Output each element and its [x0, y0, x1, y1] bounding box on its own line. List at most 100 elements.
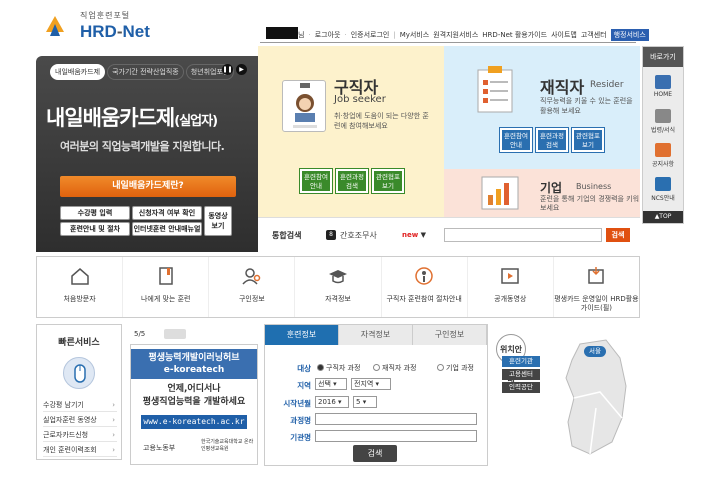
- guide-icon: [588, 267, 605, 284]
- nav-separator: |: [393, 31, 396, 39]
- house-icon: [70, 268, 89, 285]
- jobseeker-related-button[interactable]: 관련협포 보기: [372, 169, 404, 193]
- radio-employee[interactable]: 재직자 과정: [373, 363, 416, 373]
- nav-cert-login[interactable]: 인증서로그인: [351, 30, 390, 40]
- search-input[interactable]: [444, 228, 602, 242]
- scroll-top-button[interactable]: ▲TOP: [643, 211, 683, 223]
- quick-item-job-info[interactable]: 구인정보: [209, 257, 296, 317]
- banner-title: 내일배움카드제(실업자): [46, 106, 218, 130]
- business-description: 훈련을 통해 기업의 경쟁력을 키워보세요: [540, 195, 640, 212]
- business-title: 기업: [540, 181, 563, 195]
- jobseeker-subtitle: Job seeker: [334, 94, 386, 105]
- ad-controls[interactable]: [164, 329, 186, 339]
- tab-training[interactable]: 훈련정보: [265, 325, 339, 345]
- procedure-button[interactable]: 훈련안내 및 절차: [60, 222, 130, 236]
- institution-input[interactable]: [315, 430, 477, 442]
- employee-guide-button[interactable]: 훈련참여 안내: [500, 128, 532, 152]
- radio-jobseeker[interactable]: 구직자 과정: [317, 363, 360, 373]
- tab-qualification[interactable]: 자격정보: [339, 325, 413, 345]
- video-button[interactable]: 동영상 보기: [204, 206, 232, 236]
- nav-customer-center[interactable]: 고객센터: [581, 30, 607, 40]
- employee-search-button[interactable]: 훈련과정 검색: [536, 128, 568, 152]
- card-info-button[interactable]: 내일배움카드제란?: [60, 176, 236, 197]
- seoul-marker[interactable]: 서울: [584, 346, 606, 357]
- location-employment-button[interactable]: 고용센터: [502, 369, 540, 380]
- location-training-button[interactable]: 훈련기관: [502, 356, 540, 367]
- jobseeker-search-button[interactable]: 훈련과정 검색: [336, 169, 368, 193]
- region-label: 지역: [297, 381, 311, 390]
- nav-my-service[interactable]: My서비스: [400, 30, 430, 40]
- form-search-button[interactable]: 검색: [353, 445, 397, 462]
- eligibility-button[interactable]: 신청자격 여부 확인: [132, 206, 202, 220]
- tab-strategic[interactable]: 국가기간 전략산업직종: [107, 64, 184, 80]
- tab-jobs[interactable]: 구인정보: [413, 325, 487, 345]
- user-name-redacted: [266, 27, 298, 39]
- graduation-cap-icon: [328, 270, 347, 284]
- person-info-icon: [415, 267, 433, 285]
- mouse-icon: [63, 357, 95, 389]
- user-suffix: 님: [298, 31, 305, 39]
- nav-separator: ·: [308, 31, 311, 39]
- quick-menu: 처음방문자 나에게 맞는 훈련 구인정보 자격정보 구직자 훈련참여 절차안내 …: [36, 256, 640, 318]
- course-label: 과정명: [290, 416, 311, 425]
- popular-keyword[interactable]: 간호조무사: [340, 230, 377, 241]
- ministry-logo: 고용노동부: [143, 444, 176, 452]
- radio-business[interactable]: 기업 과정: [437, 363, 474, 373]
- jobseeker-guide-button[interactable]: 훈련참여 안내: [300, 169, 332, 193]
- ad-page-indicator: 5/5: [134, 330, 146, 338]
- nav-admin-service[interactable]: 행정서비스: [610, 29, 649, 41]
- site-logo[interactable]: 직업훈련포털 HRD-Net: [44, 8, 164, 44]
- quick-item-guide[interactable]: 평생카드 운영일이 HRD활용가이드(필): [554, 257, 639, 317]
- fast-item-card-apply[interactable]: 근로자카드신청 ›: [43, 429, 117, 442]
- card-banner: 내일배움카드제 국가기간 전략산업직종 청년취업포털 ❚❚ ▶ 내일배움카드제(…: [36, 56, 258, 252]
- sidebar-item-law[interactable]: 법령/서식: [643, 109, 683, 134]
- top-nav: 님 · 로그아웃 · 인증서로그인 | My서비스 원격지원서비스 HRD-Ne…: [298, 29, 653, 41]
- nav-logout[interactable]: 로그아웃: [315, 30, 341, 40]
- fast-item-history[interactable]: 개인 훈련이력조회 ›: [43, 444, 117, 457]
- sidebar-title: 바로가기: [643, 47, 683, 67]
- quick-item-procedure[interactable]: 구직자 훈련참여 절차안내: [382, 257, 468, 317]
- employee-subtitle: Resider: [590, 80, 624, 90]
- fast-service-title: 빠른서비스: [58, 338, 100, 348]
- ad-header: 평생능력개발이러닝허브 e-koreatech: [131, 349, 257, 379]
- year-select[interactable]: 2016 ▾: [315, 396, 349, 408]
- month-select[interactable]: 5 ▾: [353, 396, 377, 408]
- university-logo: 한국기술교육대학교 온라인평생교육원: [201, 439, 254, 452]
- business-panel[interactable]: 기업 Business 훈련을 통해 기업의 경쟁력을 키워보세요: [444, 169, 640, 217]
- location-hrd-button[interactable]: 인력공단: [502, 382, 540, 393]
- fast-item-review[interactable]: 수강평 남기기 ›: [43, 399, 117, 412]
- book-icon: [158, 267, 173, 285]
- employee-related-button[interactable]: 관련협포 보기: [572, 128, 604, 152]
- new-badge: new ▼: [402, 231, 427, 239]
- quick-item-video[interactable]: 공개동영상: [468, 257, 554, 317]
- quick-item-first-visit[interactable]: 처음방문자: [37, 257, 124, 317]
- course-input[interactable]: [315, 413, 477, 425]
- employee-description: 직무능력을 키울 수 있는 훈련을 활용해 보세요: [540, 97, 633, 115]
- logo-text: HRD-Net: [80, 22, 150, 41]
- employee-title: 재직자: [540, 78, 585, 97]
- search-label: 통합검색: [272, 231, 302, 240]
- nav-remote-support[interactable]: 원격지원서비스: [433, 30, 478, 40]
- sidebar-item-ncs[interactable]: NCS안내: [643, 177, 683, 202]
- quick-item-training[interactable]: 나에게 맞는 훈련: [123, 257, 210, 317]
- subregion-select[interactable]: 전지역 ▾: [351, 378, 391, 390]
- search-button[interactable]: 검색: [606, 228, 630, 242]
- nav-sitemap[interactable]: 사이트맵: [551, 30, 577, 40]
- sidebar-item-home[interactable]: HOME: [643, 75, 683, 98]
- pause-icon[interactable]: ❚❚: [222, 64, 233, 75]
- fast-item-video[interactable]: 실업자훈련 동영상 ›: [43, 414, 117, 427]
- ekoreatech-ad[interactable]: 평생능력개발이러닝허브 e-koreatech 언제,어디서나 평생직업능력을 개발…: [130, 344, 258, 465]
- document-icon: [655, 109, 671, 123]
- sidebar-item-notice[interactable]: 공지사항: [643, 143, 683, 168]
- region-select[interactable]: 선택 ▾: [315, 378, 347, 390]
- manual-button[interactable]: 인터넷훈련 안내매뉴얼: [132, 222, 202, 236]
- tab-card[interactable]: 내일배움카드제: [50, 64, 106, 80]
- nav-guide[interactable]: HRD-Net 활용가이드: [482, 30, 547, 40]
- play-icon[interactable]: ▶: [236, 64, 247, 75]
- banner-description: 여러분의 직업능력개발을 지원합니다.: [60, 140, 225, 153]
- quick-item-qualification[interactable]: 자격정보: [295, 257, 382, 317]
- target-label: 대상: [297, 364, 311, 373]
- clipboard-icon: [477, 66, 513, 113]
- monitor-icon: [655, 177, 671, 191]
- review-button[interactable]: 수강평 입력: [60, 206, 130, 220]
